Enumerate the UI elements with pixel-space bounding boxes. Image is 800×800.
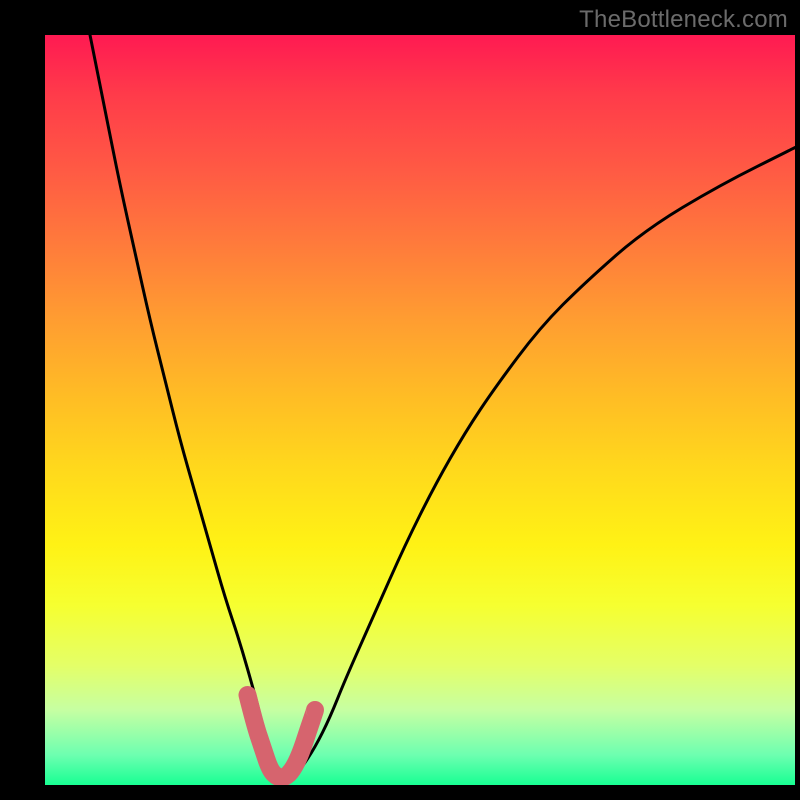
plot-area [45, 35, 795, 785]
bottleneck-curve [90, 35, 795, 778]
curve-layer [45, 35, 795, 785]
watermark-label: TheBottleneck.com [579, 6, 788, 34]
bottom-highlight [248, 695, 316, 778]
chart-frame: TheBottleneck.com [0, 0, 800, 800]
